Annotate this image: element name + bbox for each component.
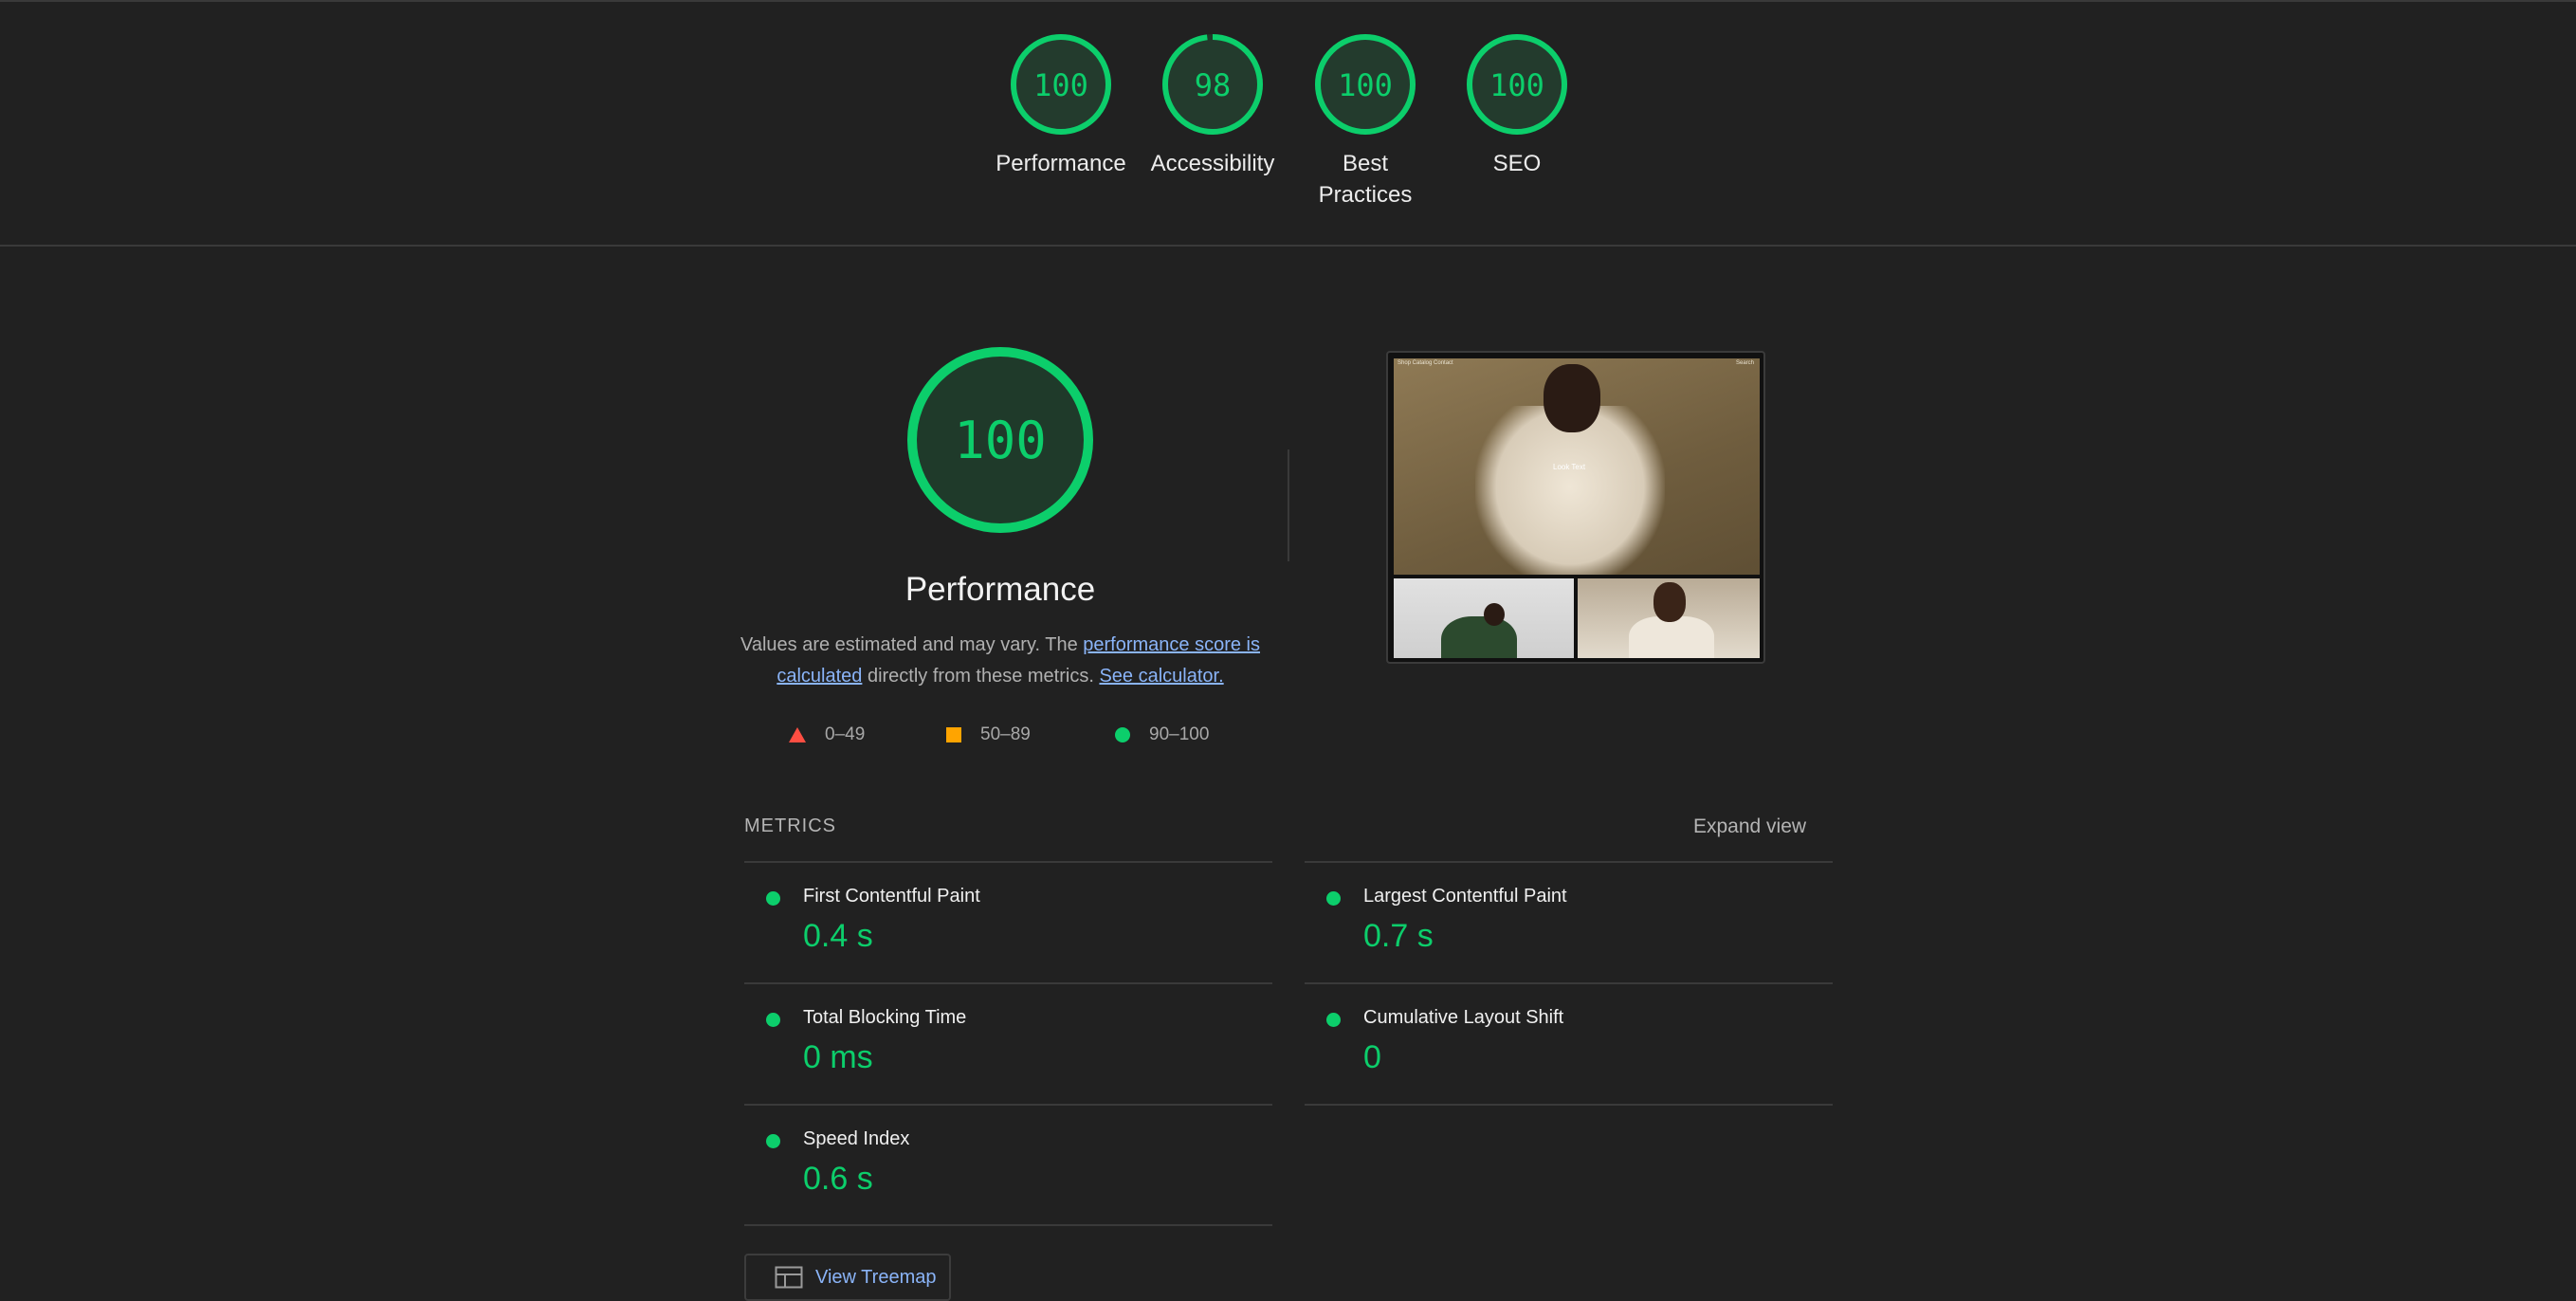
performance-title: Performance [904, 571, 1096, 608]
view-treemap-label[interactable]: View Treemap [815, 1267, 936, 1289]
thumbnail-product-right [1578, 578, 1760, 658]
triangle-icon [789, 727, 806, 742]
desc-middle: directly from these metrics. [862, 666, 1100, 687]
metric-title: Largest Contentful Paint [1363, 886, 1567, 907]
thumbnail-green-jacket [1441, 616, 1517, 658]
gauge-label-seo: SEO [1492, 151, 1542, 176]
gauge-score-seo: 100 [1489, 67, 1544, 103]
gauge-score-best-practices: 100 [1338, 67, 1393, 103]
legend-average-range: 50–89 [980, 724, 1031, 744]
circle-icon [1115, 727, 1130, 742]
gauge-label-best-practices: Best Practices [1289, 148, 1441, 211]
legend-fail: 0–49 [789, 721, 865, 749]
metric-title: First Contentful Paint [803, 886, 980, 907]
pass-circle-icon [1326, 1013, 1341, 1027]
legend-average: 50–89 [946, 721, 1031, 749]
gauge-ring-performance: 100 [1011, 34, 1111, 135]
thumbnail-head-left [1484, 603, 1505, 626]
final-screenshot-thumbnail[interactable]: Shop Catalog Contact Search Look Text [1386, 351, 1765, 664]
performance-score: 100 [954, 411, 1047, 470]
metric-value: 0 [1363, 1039, 1381, 1075]
metric-value: 0.4 s [803, 918, 873, 954]
pass-circle-icon [766, 1134, 780, 1148]
metric-value: 0.7 s [1363, 918, 1434, 954]
gauge-label-performance: Performance [996, 151, 1126, 176]
metric-title: Cumulative Layout Shift [1363, 1007, 1564, 1028]
metric-total-blocking-time: Total Blocking Time 0 ms [744, 984, 1270, 1104]
gauge-seo[interactable]: 100 SEO [1441, 32, 1593, 179]
metric-value: 0 ms [803, 1039, 873, 1075]
pass-circle-icon [766, 891, 780, 906]
score-gauges-bar: 100 Performance 98 Accessibility 100 Bes… [0, 0, 2576, 247]
gauge-ring-seo: 100 [1467, 34, 1567, 135]
gauge-accessibility[interactable]: 98 Accessibility [1137, 32, 1288, 179]
gauge-ring-best-practices: 100 [1315, 34, 1416, 135]
metric-title: Speed Index [803, 1128, 910, 1149]
gauge-score-performance: 100 [1033, 67, 1088, 103]
gauge-performance[interactable]: 100 Performance [985, 32, 1137, 179]
view-treemap-button[interactable]: View Treemap [744, 1254, 951, 1301]
thumbnail-body-right [1629, 616, 1714, 658]
metric-largest-contentful-paint: Largest Contentful Paint 0.7 s [1305, 863, 1831, 982]
thumbnail-hero-image: Shop Catalog Contact Search Look Text [1394, 358, 1760, 575]
metric-divider [744, 1224, 1272, 1226]
thumbnail-product-left [1394, 578, 1574, 658]
see-calculator-link[interactable]: See calculator. [1099, 666, 1223, 687]
desc-prefix: Values are estimated and may vary. The [740, 634, 1084, 655]
legend-fail-range: 0–49 [825, 724, 866, 744]
gauge-label-accessibility: Accessibility [1150, 151, 1275, 176]
metric-title: Total Blocking Time [803, 1007, 967, 1028]
metric-divider [1305, 1104, 1833, 1106]
gauge-label-line1: Best [1342, 151, 1389, 176]
metric-first-contentful-paint: First Contentful Paint 0.4 s [744, 863, 1270, 982]
pass-circle-icon [766, 1013, 780, 1027]
performance-gauge: 100 [907, 347, 1093, 533]
thumbnail-nav-left: Shop Catalog Contact [1398, 360, 1453, 366]
metric-speed-index: Speed Index 0.6 s [744, 1106, 1270, 1225]
metrics-header: METRICS [744, 815, 836, 836]
metric-value: 0.6 s [803, 1161, 873, 1197]
pass-circle-icon [1326, 891, 1341, 906]
thumbnail-hero-text: Look Text [1553, 463, 1586, 471]
metric-cumulative-layout-shift: Cumulative Layout Shift 0 [1305, 984, 1831, 1104]
thumbnail-head-right [1653, 582, 1686, 622]
vertical-divider [1288, 449, 1289, 561]
thumbnail-person-head [1544, 364, 1600, 432]
performance-description: Values are estimated and may vary. The p… [740, 630, 1261, 692]
treemap-icon [775, 1266, 803, 1289]
gauge-score-accessibility: 98 [1195, 67, 1232, 103]
gauge-label-line2: Practices [1318, 182, 1413, 208]
legend-pass: 90–100 [1115, 721, 1209, 749]
legend-pass-range: 90–100 [1149, 724, 1210, 744]
gauge-ring-accessibility: 98 [1162, 34, 1263, 135]
gauge-best-practices[interactable]: 100 Best Practices [1289, 32, 1441, 211]
square-icon [946, 727, 961, 742]
expand-view-toggle[interactable]: Expand view [1693, 815, 1806, 838]
thumbnail-nav-right: Search [1735, 360, 1754, 366]
